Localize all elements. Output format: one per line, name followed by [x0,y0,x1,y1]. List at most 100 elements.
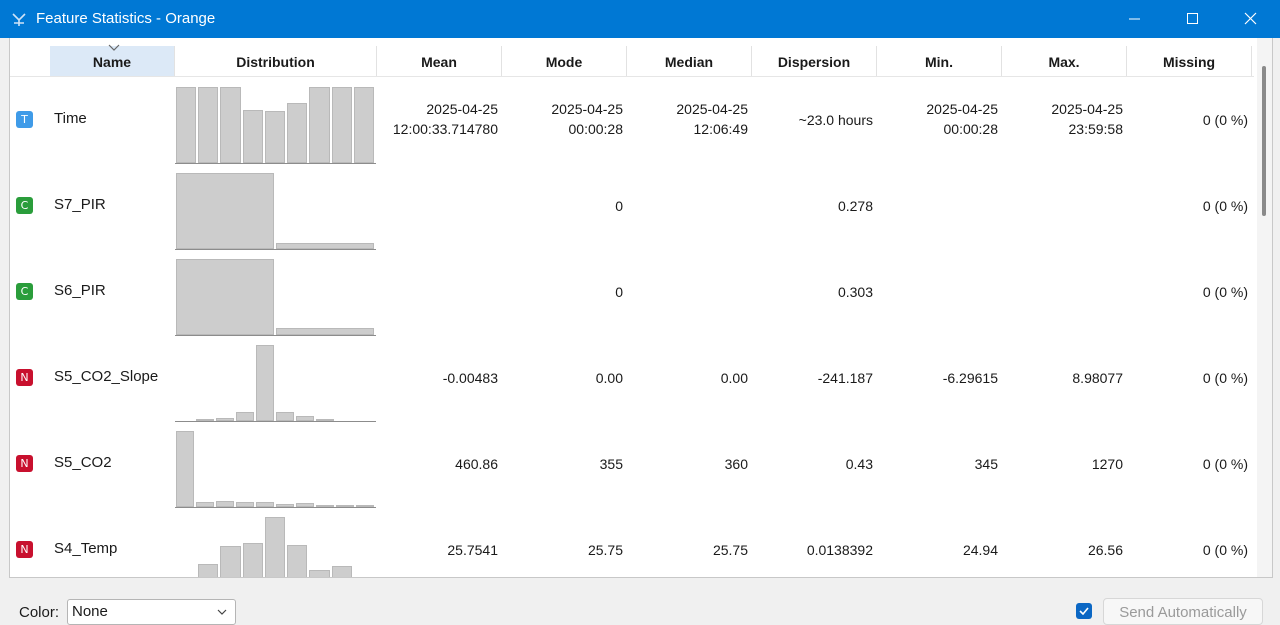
cell-max: 26.56 [1003,540,1123,560]
cell-missing: 0 (0 %) [1202,284,1248,300]
minimize-button[interactable] [1106,0,1164,38]
cell-mode-line: 00:00:28 [568,121,624,137]
chevron-down-icon [108,44,120,51]
cell-min-line: 2025-04-25 [926,101,998,117]
cell-max: 2025-04-25 23:59:58 [1003,99,1123,139]
cell-missing: 0 (0 %) [1202,112,1248,128]
cell-mode: 0 [503,196,623,216]
column-header-min[interactable]: Min. [877,46,1002,76]
checkmark-icon [1079,607,1089,615]
column-header-missing[interactable]: Missing [1127,46,1252,76]
maximize-button[interactable] [1164,0,1222,38]
cell-mode-line: 0 [615,284,623,300]
histogram-baseline [175,335,376,336]
cell-dispersion-line: 0.278 [837,198,873,214]
send-automatically-button[interactable]: Send Automatically [1103,598,1263,625]
table-row[interactable]: C S6_PIR 0 0.303 0 (0 %) [10,252,1254,338]
histogram-bar [276,328,374,335]
cell-mean-line: 25.7541 [447,542,498,558]
histogram-baseline [175,249,376,250]
histogram-baseline [175,507,376,508]
column-header-name[interactable]: Name [50,44,175,76]
histogram-bar [331,566,352,577]
color-label: Color: [19,604,60,621]
cell-dispersion: ~23.0 hours [753,110,873,130]
histogram-bar [309,87,330,163]
variable-name: S6_PIR [54,282,106,299]
cell-mean-line: -0.00483 [442,370,498,386]
cell-mean: 460.86 [378,454,498,474]
histogram-bar [176,259,274,335]
cell-mode-line: 355 [599,456,623,472]
histogram-bar [176,87,197,163]
cell-median-line: 360 [724,456,748,472]
table-row[interactable]: T Time 2025-04-25 12:00:33.714780 2025-04-25… [10,80,1254,166]
histogram-baseline [175,421,376,422]
cell-median-line: 25.75 [712,542,748,558]
cell-missing: 0 (0 %) [1202,198,1248,214]
maximize-icon [1187,13,1198,24]
title-bar: Feature Statistics - Orange [0,0,1280,38]
histogram-bar [331,87,352,163]
cell-mode-line: 25.75 [587,542,623,558]
color-select[interactable]: None [67,599,236,625]
cell-min: -6.29615 [878,368,998,388]
cell-min: 24.94 [878,540,998,560]
cell-min-line: 24.94 [962,542,998,558]
cell-missing: 0 (0 %) [1202,370,1248,386]
cell-mean: 25.7541 [378,540,498,560]
color-select-value: None [72,603,108,620]
cell-median: 360 [628,454,748,474]
column-header-max[interactable]: Max. [1002,46,1127,76]
send-automatically-checkbox[interactable] [1076,603,1092,619]
cell-max-line: 23:59:58 [1068,121,1124,137]
histogram-bar [264,111,286,163]
cell-missing: 0 (0 %) [1202,542,1248,558]
cell-mode-line: 0 [615,198,623,214]
column-header-mode[interactable]: Mode [502,46,627,76]
cell-min: 2025-04-25 00:00:28 [878,99,998,139]
cell-median: 0.00 [628,368,748,388]
histogram-bar [353,87,374,163]
cell-mode: 0.00 [503,368,623,388]
cell-median: 2025-04-25 12:06:49 [628,99,748,139]
chevron-down-icon [217,609,227,615]
variable-name: Time [54,110,87,127]
column-header-dispersion[interactable]: Dispersion [752,46,877,76]
window-title: Feature Statistics - Orange [36,10,216,27]
variable-name: S5_CO2_Slope [54,368,159,385]
vertical-scrollbar[interactable] [1257,38,1272,577]
table-row[interactable]: N S5_CO2_Slope -0.00483 0.00 0.00 -241.187 -6.… [10,338,1254,424]
cell-dispersion-line: 0.303 [837,284,873,300]
histogram-bar [309,570,330,577]
variable-type-icon: N [16,455,33,472]
cell-median-line: 12:06:49 [693,121,749,137]
cell-dispersion-line: 0.0138392 [806,542,873,558]
close-button[interactable] [1222,0,1280,38]
cell-min-line: 345 [974,456,998,472]
cell-max: 1270 [1003,454,1123,474]
distribution-histogram [175,170,377,250]
column-header-mean[interactable]: Mean [377,46,502,76]
cell-mode: 0 [503,282,623,302]
cell-mean-line: 2025-04-25 [426,101,498,117]
header-divider [10,76,1254,77]
table-row[interactable]: N S4_Temp 25.7541 25.75 25.75 0.0138392 24.94 2… [10,510,1254,577]
cell-dispersion: 0.43 [753,454,873,474]
variable-type-icon: T [16,111,33,128]
scrollbar-thumb[interactable] [1262,66,1266,216]
variable-name: S4_Temp [54,540,118,557]
cell-median-line: 2025-04-25 [676,101,748,117]
cell-min-line: -6.29615 [942,370,998,386]
column-header-median[interactable]: Median [627,46,752,76]
column-header-distribution[interactable]: Distribution [175,46,377,76]
variable-type-icon: C [16,283,33,300]
table-row[interactable]: N S5_CO2 460.86 355 360 0.43 345 1270 0 (0 %) [10,424,1254,510]
statistics-table: Name Distribution Mean Mode Median Dispe… [9,38,1273,578]
histogram-bar [236,412,254,421]
table-row[interactable]: C S7_PIR 0 0.278 0 (0 %) [10,166,1254,252]
cell-median-line: 0.00 [720,370,748,386]
cell-max-line: 1270 [1091,456,1123,472]
cell-dispersion: 0.278 [753,196,873,216]
cell-dispersion-line: ~23.0 hours [798,112,873,128]
